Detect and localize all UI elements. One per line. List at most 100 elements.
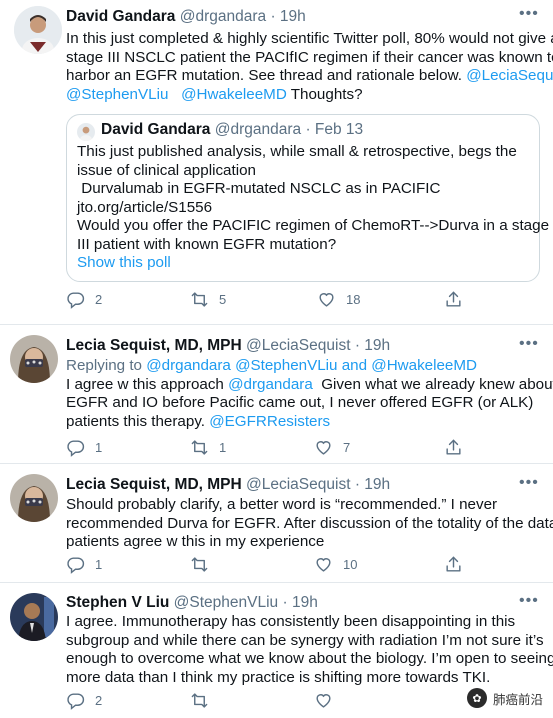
like-count: 7 xyxy=(343,440,351,455)
retweet-button[interactable] xyxy=(190,691,219,710)
tweet-line-text: harbor an EGFR mutation. See thread and … xyxy=(66,67,462,84)
heart-icon xyxy=(314,555,333,574)
reply-button[interactable]: 1 xyxy=(66,438,102,457)
tweet-header: Lecia Sequist, MD, MPH @LeciaSequist · 1… xyxy=(66,476,390,494)
quote-line: Would you offer the PACIFIC regimen of C… xyxy=(77,217,550,234)
mention-link[interactable]: @EGFRResisters xyxy=(209,413,330,430)
timestamp[interactable]: · 19h xyxy=(355,337,390,354)
tweet-header: Stephen V Liu @StephenVLiu · 19h xyxy=(66,594,318,612)
author-handle[interactable]: @StephenVLiu xyxy=(174,594,279,611)
share-button[interactable] xyxy=(444,555,473,574)
tweet-line: @StephenVLiu @HwakeleeMD Thoughts? xyxy=(66,86,553,105)
tweet-text: I agree. Immunotherapy has consistently … xyxy=(66,613,553,687)
avatar[interactable] xyxy=(10,474,58,522)
retweet-count: 5 xyxy=(219,292,227,307)
reply-count: 2 xyxy=(95,693,103,708)
mention-link[interactable]: @HwakeleeMD xyxy=(181,86,287,103)
author-handle[interactable]: @drgandara xyxy=(180,8,266,25)
tweet-line: Should probably clarify, a better word i… xyxy=(66,496,498,513)
retweet-count: 1 xyxy=(219,440,227,455)
retweet-button[interactable]: 1 xyxy=(190,438,226,457)
mention-link[interactable]: @LeciaSequist xyxy=(466,67,553,84)
author-name[interactable]: Lecia Sequist, MD, MPH xyxy=(66,476,242,493)
tweet-text: In this just completed & highly scientif… xyxy=(66,30,553,104)
mention-link[interactable]: @StephenVLiu xyxy=(66,86,168,103)
share-icon xyxy=(444,290,463,309)
like-button[interactable]: 18 xyxy=(317,290,360,309)
timestamp[interactable]: · 19h xyxy=(355,476,390,493)
heart-icon xyxy=(317,290,336,309)
tweet-gandara[interactable]: David Gandara @drgandara · 19h ••• In th… xyxy=(0,0,553,322)
tweet-line: patients agree w this in my experience xyxy=(66,533,325,550)
share-button[interactable] xyxy=(444,290,473,309)
author-name[interactable]: Stephen V Liu xyxy=(66,594,169,611)
reply-icon xyxy=(66,555,85,574)
avatar[interactable] xyxy=(10,593,58,641)
tweet-line-text: I agree w this approach xyxy=(66,375,224,393)
like-count: 18 xyxy=(346,292,361,307)
tweet-line: subgroup and while there can be synergy … xyxy=(66,631,544,649)
share-icon xyxy=(444,438,463,457)
retweet-button[interactable] xyxy=(190,555,219,574)
tweet-text: Replying to @drgandara @StephenVLiu and … xyxy=(66,357,553,431)
watermark: ✿ 肺癌前沿 xyxy=(466,688,543,708)
more-dots-icon[interactable]: ••• xyxy=(519,475,539,491)
replying-to-links[interactable]: @drgandara @StephenVLiu and @HwakeleeMD xyxy=(146,357,477,374)
author-handle[interactable]: @drgandara xyxy=(215,121,301,138)
reply-button[interactable]: 2 xyxy=(66,691,102,710)
author-name[interactable]: Lecia Sequist, MD, MPH xyxy=(66,337,242,354)
avatar[interactable] xyxy=(77,123,95,141)
show-poll-link[interactable]: Show this poll xyxy=(77,254,549,273)
tweet-line: patients this therapy. @EGFRResisters xyxy=(66,413,553,432)
more-dots-icon[interactable]: ••• xyxy=(519,593,539,609)
reply-count: 2 xyxy=(95,292,103,307)
timestamp[interactable]: · 19h xyxy=(270,8,305,25)
author-handle[interactable]: @LeciaSequist xyxy=(246,476,351,493)
like-count: 10 xyxy=(343,557,358,572)
quote-line: issue of clinical application xyxy=(77,161,256,179)
quote-line: Durvalumab in EGFR-mutated NSCLC as in P… xyxy=(77,180,441,197)
watermark-text: 肺癌前沿 xyxy=(492,692,543,707)
timestamp[interactable]: · 19h xyxy=(282,594,317,611)
reply-button[interactable]: 1 xyxy=(66,555,102,574)
share-button[interactable] xyxy=(444,438,473,457)
tweet-line: recommended Durva for EGFR. After discus… xyxy=(66,514,553,532)
mention-link[interactable]: @drgandara xyxy=(228,376,313,393)
quote-text: This just published analysis, while smal… xyxy=(77,143,549,273)
share-icon xyxy=(444,555,463,574)
more-dots-icon[interactable]: ••• xyxy=(519,6,539,22)
author-name[interactable]: David Gandara xyxy=(101,121,210,138)
tweet-line-text: Given what we already knew about xyxy=(321,375,553,393)
avatar[interactable] xyxy=(14,6,62,54)
reply-icon xyxy=(66,438,85,457)
more-dots-icon[interactable]: ••• xyxy=(519,336,539,352)
tweet-header: David Gandara @drgandara · 19h xyxy=(66,8,306,26)
reply-button[interactable]: 2 xyxy=(66,290,102,309)
action-bar: 2 5 18 xyxy=(0,290,553,312)
reply-icon xyxy=(66,691,85,710)
tweet-line: more data than I think my practice is sh… xyxy=(66,668,491,686)
tweet-line-text: Thoughts? xyxy=(290,85,363,103)
author-handle[interactable]: @LeciaSequist xyxy=(246,337,351,354)
like-button[interactable] xyxy=(314,691,343,710)
tweet-sequist-clarify[interactable]: Lecia Sequist, MD, MPH @LeciaSequist · 1… xyxy=(0,464,553,582)
tweet-sequist-reply[interactable]: Lecia Sequist, MD, MPH @LeciaSequist · 1… xyxy=(0,325,553,463)
retweet-icon xyxy=(190,691,209,710)
author-name[interactable]: David Gandara xyxy=(66,8,175,25)
replying-prefix: Replying to xyxy=(66,357,142,374)
quote-line: This just published analysis, while smal… xyxy=(77,143,517,160)
reply-icon xyxy=(66,290,85,309)
retweet-icon xyxy=(190,555,209,574)
action-bar: 1 1 7 xyxy=(0,438,553,460)
wechat-icon: ✿ xyxy=(466,688,487,708)
tweet-header: Lecia Sequist, MD, MPH @LeciaSequist · 1… xyxy=(66,337,390,355)
like-button[interactable]: 10 xyxy=(314,555,357,574)
avatar[interactable] xyxy=(10,335,58,383)
timestamp[interactable]: · Feb 13 xyxy=(305,121,363,138)
reply-count: 1 xyxy=(95,557,103,572)
quoted-tweet[interactable]: David Gandara @drgandara · Feb 13 This j… xyxy=(66,114,549,282)
heart-icon xyxy=(314,691,333,710)
action-bar: 1 10 xyxy=(0,555,553,577)
like-button[interactable]: 7 xyxy=(314,438,350,457)
retweet-button[interactable]: 5 xyxy=(190,290,226,309)
